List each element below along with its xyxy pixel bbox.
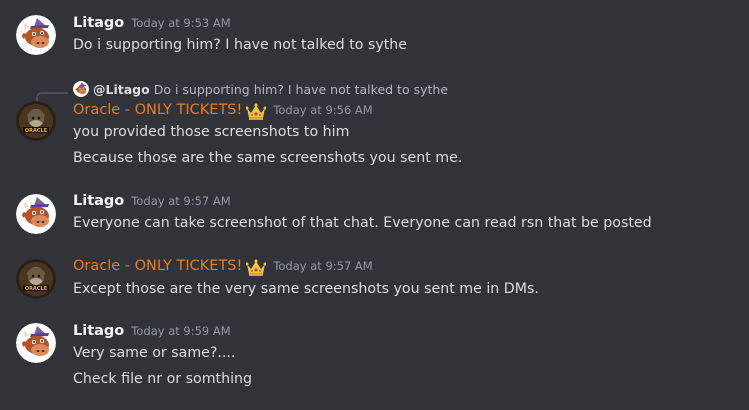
timestamp[interactable]: Today at 9:57 AM: [273, 259, 372, 273]
message-text: Except those are the very same screensho…: [73, 281, 539, 297]
message-header: Litago Today at 9:59 AM: [73, 323, 231, 343]
message-header: Litago Today at 9:53 AM: [73, 15, 231, 35]
avatar[interactable]: [16, 323, 56, 363]
timestamp[interactable]: Today at 9:53 AM: [131, 16, 230, 30]
avatar[interactable]: [16, 259, 56, 299]
username[interactable]: Oracle - ONLY TICKETS!: [73, 102, 242, 118]
reply-author[interactable]: @Litago: [93, 82, 150, 97]
message-header: Litago Today at 9:57 AM: [73, 193, 231, 213]
message-header: Oracle - ONLY TICKETS! Today at 9:57 AM: [73, 258, 373, 278]
reply-preview[interactable]: @Litago Do i supporting him? I have not …: [73, 80, 448, 98]
message-text: Everyone can take screenshot of that cha…: [73, 215, 652, 231]
timestamp[interactable]: Today at 9:57 AM: [131, 194, 230, 208]
timestamp[interactable]: Today at 9:56 AM: [273, 103, 372, 117]
message-text: Check file nr or somthing: [73, 371, 253, 387]
username[interactable]: Litago: [73, 193, 124, 209]
reply-avatar: [73, 81, 89, 97]
chat-message-list: ORACLE Litago Today at 9:53 AM Do i supp…: [0, 0, 749, 410]
avatar[interactable]: [16, 15, 56, 55]
username[interactable]: Litago: [73, 15, 124, 31]
username[interactable]: Litago: [73, 323, 124, 339]
username[interactable]: Oracle - ONLY TICKETS!: [73, 258, 242, 274]
reply-text[interactable]: Do i supporting him? I have not talked t…: [154, 82, 448, 97]
message-text: Do i supporting him? I have not talked t…: [73, 37, 408, 53]
avatar[interactable]: [16, 194, 56, 234]
message-text: Very same or same?....: [73, 345, 236, 361]
message-text: Because those are the same screenshots y…: [73, 150, 463, 166]
avatar[interactable]: [16, 101, 56, 141]
message-text: you provided those screenshots to him: [73, 124, 350, 140]
crown-icon: [246, 103, 266, 121]
timestamp[interactable]: Today at 9:59 AM: [131, 324, 230, 338]
crown-icon: [246, 259, 266, 277]
message-header: Oracle - ONLY TICKETS! Today at 9:56 AM: [73, 102, 373, 122]
